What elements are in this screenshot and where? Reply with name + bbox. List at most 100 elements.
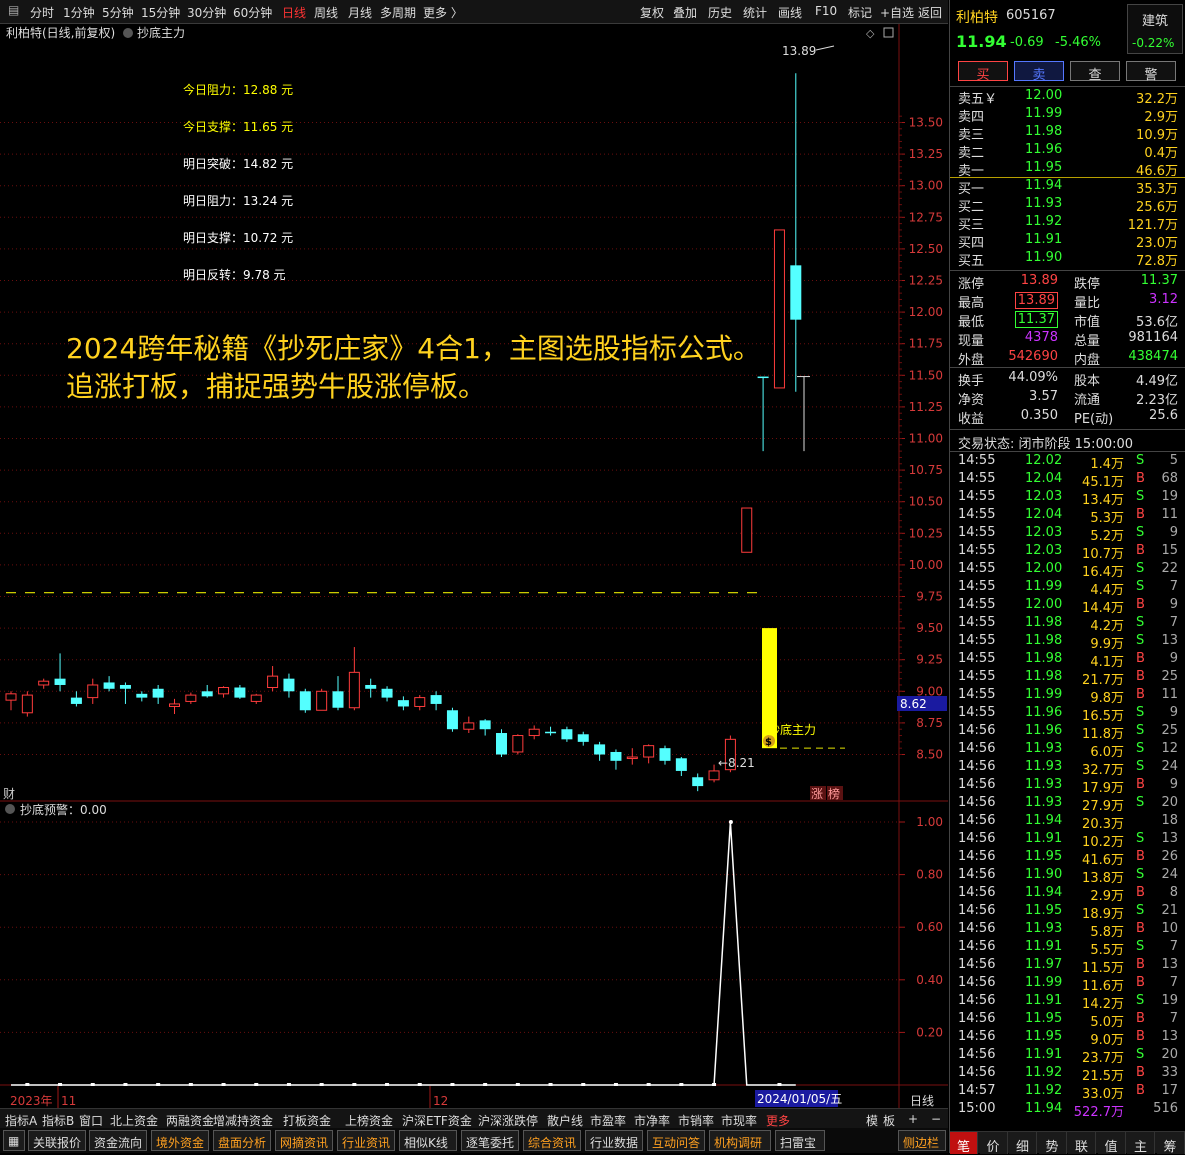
- func-button-9[interactable]: 行业数据: [585, 1130, 643, 1151]
- func-button-10[interactable]: 互动问答: [647, 1130, 705, 1151]
- func-button-2[interactable]: 境外资金: [151, 1130, 209, 1151]
- tool-button-7[interactable]: +自选: [880, 4, 914, 21]
- bottom-right-2[interactable]: +: [908, 1109, 918, 1129]
- indicator-tab-5[interactable]: 增减持资金: [213, 1109, 273, 1129]
- panel-tab-1[interactable]: 价: [979, 1132, 1008, 1155]
- panel-tab-4[interactable]: 联: [1068, 1132, 1096, 1155]
- tool-button-0[interactable]: 复权: [640, 4, 664, 21]
- bid-row[interactable]: 买二 11.93 25.6万: [950, 196, 1185, 215]
- tool-button-6[interactable]: 标记: [848, 4, 872, 21]
- ask-row[interactable]: 卖二 11.96 0.4万: [950, 142, 1185, 161]
- ask-label: 卖四: [958, 110, 985, 125]
- tick-side: S: [1136, 741, 1145, 756]
- tick-time: 14:55: [958, 669, 996, 684]
- bid-vol: 35.3万: [1136, 182, 1178, 197]
- ask-row[interactable]: 卖一 11.95 46.6万: [950, 160, 1185, 179]
- trade-button-0[interactable]: 买: [958, 61, 1008, 83]
- bid-row[interactable]: 买四 11.91 23.0万: [950, 232, 1185, 251]
- indicator-tab-14[interactable]: 市现率: [721, 1109, 757, 1129]
- panel-tab-2[interactable]: 细: [1009, 1132, 1037, 1155]
- tick-count: 10: [1161, 921, 1178, 936]
- panel-tab-7[interactable]: 筹: [1156, 1132, 1185, 1155]
- indicator-tab-11[interactable]: 市盈率: [590, 1109, 626, 1129]
- panel-tab-3[interactable]: 势: [1038, 1132, 1067, 1155]
- indicator-tab-13[interactable]: 市销率: [678, 1109, 714, 1129]
- tick-price: 11.94: [1025, 813, 1063, 828]
- tick-vol: 5.0万: [1090, 1015, 1124, 1030]
- func-button-0[interactable]: 关联报价: [28, 1130, 86, 1151]
- period-tab-7[interactable]: 周线: [314, 4, 338, 21]
- period-tab-6[interactable]: 日线: [282, 4, 306, 21]
- tool-button-2[interactable]: 历史: [708, 4, 732, 21]
- indicator-tab-0[interactable]: 指标A: [5, 1109, 37, 1129]
- trade-button-3[interactable]: 警: [1126, 61, 1176, 83]
- period-tab-5[interactable]: 60分钟: [233, 4, 272, 21]
- ask-row[interactable]: 卖五￥ 12.00 32.2万: [950, 88, 1185, 107]
- func-button-11[interactable]: 机构调研: [709, 1130, 771, 1151]
- period-tab-4[interactable]: 30分钟: [187, 4, 226, 21]
- trade-button-1[interactable]: 卖: [1014, 61, 1064, 83]
- chart-canvas[interactable]: 利柏特(日线,前复权) 抄底主力 ◇ 13.50 13.25 13.00 12.75 12.5…: [0, 24, 948, 1109]
- panel-tab-6[interactable]: 主: [1127, 1132, 1155, 1155]
- menu-icon[interactable]: ▤: [8, 3, 19, 17]
- candle: [430, 691, 442, 711]
- indicator-tab-3[interactable]: 北上资金: [110, 1109, 158, 1129]
- price-tick: 13.50: [909, 116, 943, 130]
- func-button-7[interactable]: 逐笔委托: [461, 1130, 519, 1151]
- period-tab-9[interactable]: 多周期: [380, 4, 416, 21]
- bottom-right-3[interactable]: −: [931, 1109, 941, 1129]
- tick-time: 14:56: [958, 921, 996, 936]
- kline-chart[interactable]: 利柏特(日线,前复权) 抄底主力 ◇ 13.50 13.25 13.00 12.75 12.5…: [0, 24, 948, 1109]
- tool-button-1[interactable]: 叠加: [673, 4, 697, 21]
- sidebar-button[interactable]: 侧边栏: [898, 1130, 946, 1151]
- indicator-tab-8[interactable]: 沪深ETF资金: [402, 1109, 472, 1129]
- indicator-tab-15[interactable]: 更多: [766, 1109, 790, 1129]
- func-button-6[interactable]: 相似K线: [399, 1130, 457, 1151]
- trade-button-2[interactable]: 查: [1070, 61, 1120, 83]
- ask-row[interactable]: 卖三 11.98 10.9万: [950, 124, 1185, 143]
- tick-time: 14:55: [958, 543, 996, 558]
- indicator-tab-4[interactable]: 两融资金: [166, 1109, 214, 1129]
- period-tab-8[interactable]: 月线: [348, 4, 372, 21]
- func-button-1[interactable]: 资金流向: [89, 1130, 147, 1151]
- indicator-tab-12[interactable]: 市净率: [634, 1109, 670, 1129]
- bid-row[interactable]: 买一 11.94 35.3万: [950, 178, 1185, 197]
- period-tab-2[interactable]: 5分钟: [102, 4, 134, 21]
- tick-side: B: [1136, 471, 1145, 486]
- indicator-tab-7[interactable]: 上榜资金: [345, 1109, 393, 1129]
- grid-icon[interactable]: ▦: [3, 1130, 25, 1151]
- func-button-5[interactable]: 行业资讯: [337, 1130, 395, 1151]
- bid-row[interactable]: 买三 11.92 121.7万: [950, 214, 1185, 233]
- func-button-3[interactable]: 盘面分析: [213, 1130, 271, 1151]
- tick-vol: 9.8万: [1090, 691, 1124, 706]
- tool-button-3[interactable]: 统计: [743, 4, 767, 21]
- indicator-tab-10[interactable]: 散户线: [547, 1109, 583, 1129]
- indicator-tab-9[interactable]: 沪深涨跌停: [478, 1109, 538, 1129]
- period-tab-10[interactable]: 更多 〉: [423, 4, 463, 21]
- func-button-4[interactable]: 网摘资讯: [275, 1130, 333, 1151]
- period-tab-0[interactable]: 分时: [30, 4, 54, 21]
- bid-row[interactable]: 买五 11.90 72.8万: [950, 250, 1185, 269]
- indicator-tab-1[interactable]: 指标B: [42, 1109, 74, 1129]
- tool-button-4[interactable]: 画线: [778, 4, 802, 21]
- func-button-8[interactable]: 综合资讯: [523, 1130, 581, 1151]
- ask-row[interactable]: 卖四 11.99 2.9万: [950, 106, 1185, 125]
- tick-side: B: [1136, 543, 1145, 558]
- indicator-tab-2[interactable]: 窗口: [79, 1109, 103, 1129]
- period-tab-1[interactable]: 1分钟: [63, 4, 95, 21]
- indicator-tab-6[interactable]: 打板资金: [283, 1109, 331, 1129]
- tool-button-8[interactable]: 返回: [918, 4, 942, 21]
- panel-tab-5[interactable]: 值: [1097, 1132, 1126, 1155]
- tool-button-5[interactable]: F10: [815, 4, 837, 18]
- bottom-right-1[interactable]: 板: [883, 1109, 895, 1129]
- tick-price: 11.98: [1025, 615, 1063, 630]
- panel-tab-0[interactable]: 笔: [950, 1132, 978, 1155]
- candle: [512, 734, 524, 755]
- candle: [692, 773, 704, 792]
- tick-vol: 11.8万: [1082, 727, 1124, 742]
- candle: [87, 678, 99, 704]
- period-tab-3[interactable]: 15分钟: [141, 4, 180, 21]
- func-button-12[interactable]: 扫雷宝: [775, 1130, 825, 1151]
- tick-count: 24: [1161, 867, 1178, 882]
- bottom-right-0[interactable]: 模: [866, 1109, 878, 1129]
